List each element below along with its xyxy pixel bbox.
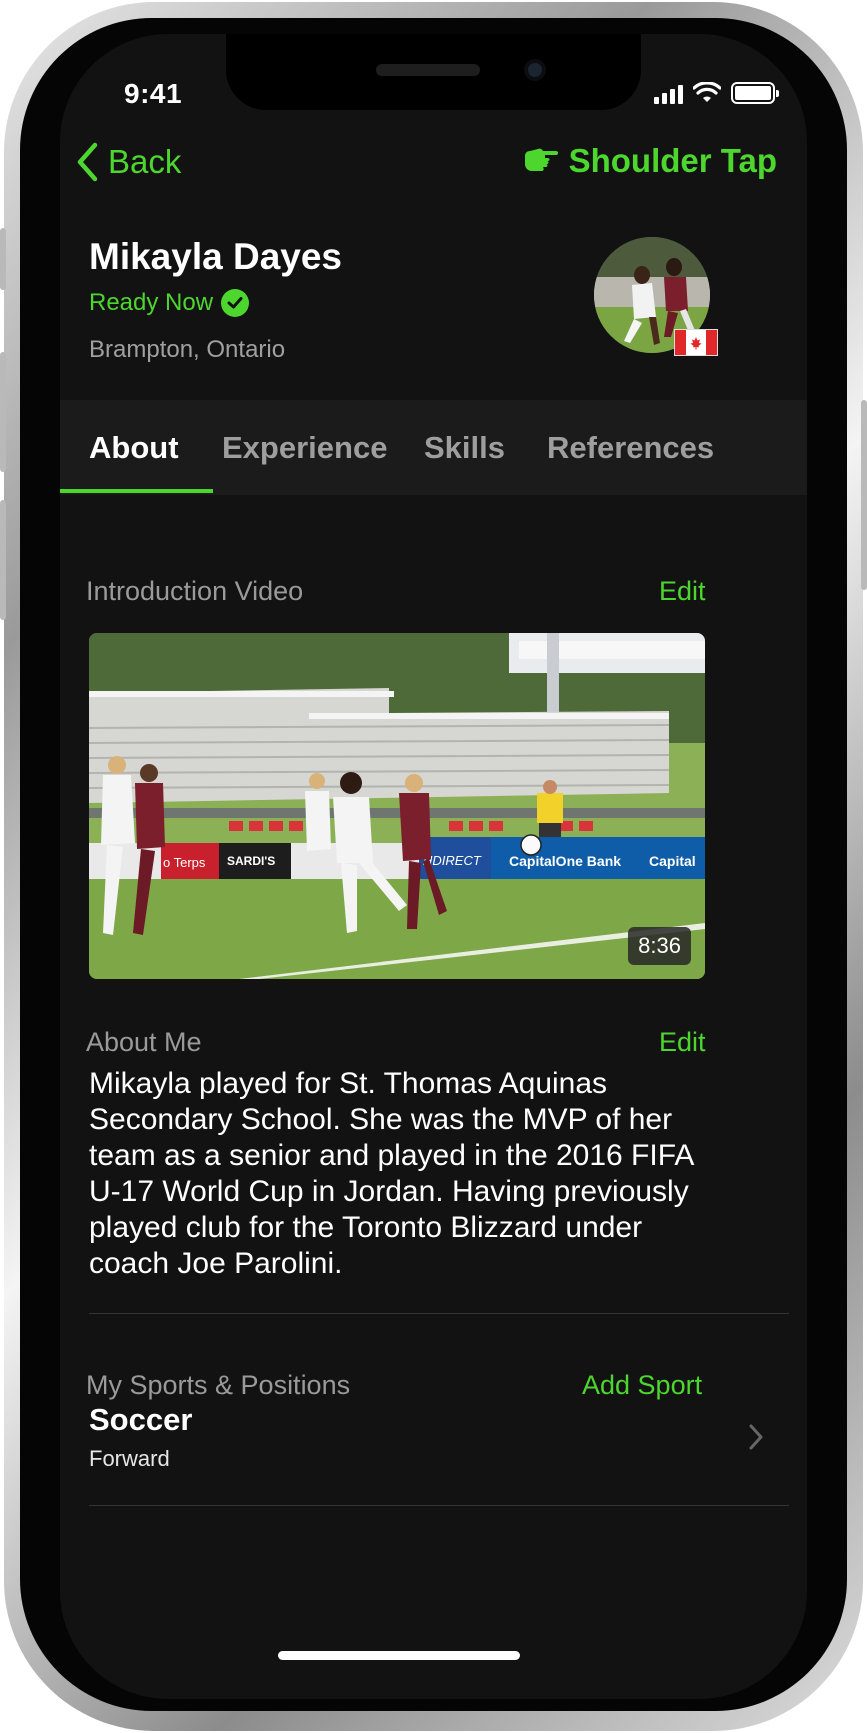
shoulder-tap-label: Shoulder Tap — [568, 142, 777, 179]
tab-experience[interactable]: Experience — [222, 430, 387, 466]
ad-board-text-hdirect: HDIRECT — [423, 853, 482, 868]
about-me-heading: About Me — [86, 1027, 202, 1057]
canada-flag-icon — [674, 329, 718, 356]
front-camera — [524, 59, 546, 81]
about-me-text: Mikayla played for St. Thomas Aquinas Se… — [89, 1067, 693, 1280]
intro-video-heading: Introduction Video — [86, 576, 304, 606]
pointing-hand-icon — [524, 148, 558, 171]
sport-position: Forward — [89, 1446, 170, 1471]
profile-location: Brampton, Ontario — [89, 336, 286, 363]
cellular-signal-icon — [654, 84, 683, 104]
volume-up-button — [0, 352, 6, 472]
tab-references[interactable]: References — [547, 430, 714, 466]
earpiece-speaker — [376, 64, 480, 76]
sport-name: Soccer — [89, 1402, 193, 1437]
ad-board-text-capitalone: CapitalOne Bank — [509, 853, 621, 869]
video-thumbnail: o Terps SARDI'S HDIRECT CapitalOne Bank … — [89, 633, 705, 979]
tab-about[interactable]: About — [89, 430, 179, 466]
ad-board-text-terps: o Terps — [163, 855, 206, 870]
tab-skills[interactable]: Skills — [424, 430, 505, 466]
active-tab-indicator — [60, 489, 213, 493]
home-indicator[interactable] — [278, 1651, 520, 1660]
mute-switch — [0, 228, 6, 290]
edit-about-button[interactable]: Edit — [659, 1027, 706, 1058]
power-button — [861, 400, 867, 590]
sports-heading: My Sports & Positions — [86, 1370, 351, 1400]
back-button[interactable]: Back — [76, 142, 181, 182]
notch — [226, 34, 641, 110]
status-time: 9:41 — [124, 78, 183, 109]
availability-label: Ready Now — [89, 289, 214, 316]
profile-tabs: About Experience Skills References — [60, 400, 807, 495]
status-icons — [654, 82, 779, 104]
back-label: Back — [108, 143, 182, 180]
ad-board-text-sardis: SARDI'S — [227, 854, 275, 868]
verified-check-icon — [221, 289, 250, 317]
section-divider — [89, 1313, 789, 1314]
edit-video-button[interactable]: Edit — [659, 576, 706, 607]
chevron-right-icon — [749, 1424, 763, 1450]
sport-list-item[interactable]: Soccer Forward — [60, 1402, 807, 1494]
ad-board-text-capital: Capital — [649, 853, 696, 869]
availability-status: Ready Now — [89, 289, 250, 317]
battery-icon — [731, 82, 779, 104]
volume-down-button — [0, 500, 6, 620]
section-divider — [89, 1505, 789, 1506]
wifi-icon — [693, 82, 721, 102]
shoulder-tap-button[interactable]: Shoulder Tap — [523, 142, 777, 180]
intro-video-player[interactable]: o Terps SARDI'S HDIRECT CapitalOne Bank … — [89, 633, 705, 979]
app-screen: 9:41 Back Shoulder Tap Mikayla Dayes Rea… — [60, 34, 807, 1699]
video-duration: 8:36 — [628, 927, 691, 965]
add-sport-button[interactable]: Add Sport — [582, 1370, 702, 1401]
chevron-left-icon — [77, 142, 98, 182]
profile-name: Mikayla Dayes — [89, 236, 343, 277]
